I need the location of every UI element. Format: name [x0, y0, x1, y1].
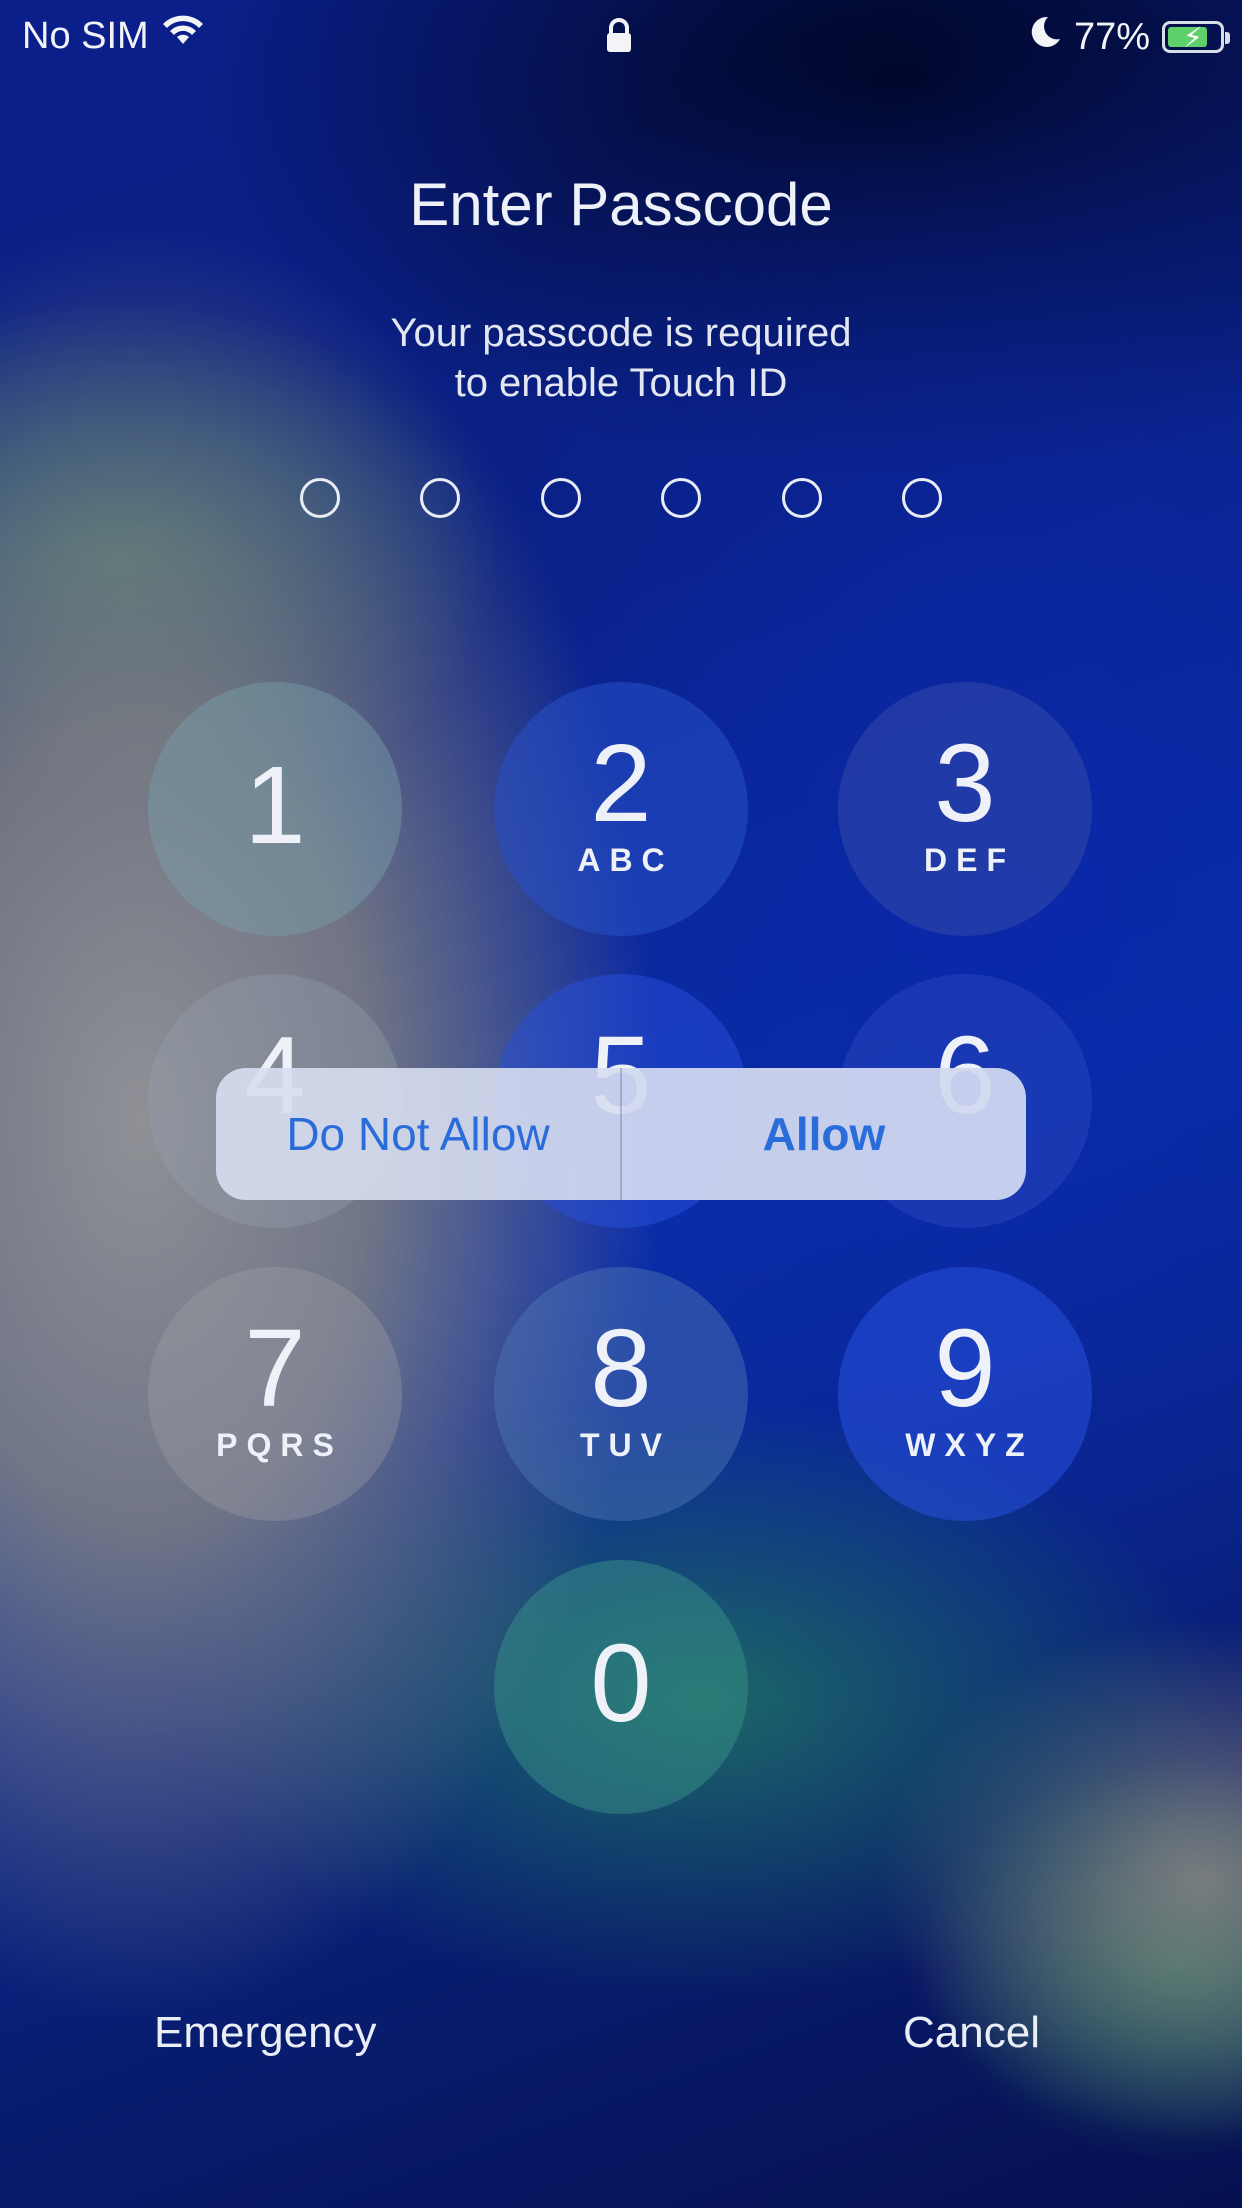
passcode-dot — [540, 478, 581, 518]
keypad-key-2[interactable]: 2 ABC — [494, 682, 748, 936]
key-letters: WXYZ — [905, 1427, 1034, 1463]
keypad-key-7[interactable]: 7 PQRS — [148, 1267, 402, 1521]
passcode-subtitle: Your passcode is required to enable Touc… — [0, 308, 1242, 408]
cancel-button[interactable]: Cancel — [903, 2008, 1040, 2058]
lock-icon — [604, 18, 634, 64]
status-bar-right: 77% ⚡ — [1028, 14, 1230, 60]
key-letters: ABC — [577, 842, 674, 878]
moon-icon — [1028, 14, 1062, 60]
wifi-icon — [161, 14, 205, 58]
key-digit: 8 — [590, 1307, 652, 1430]
subtitle-line-1: Your passcode is required — [390, 311, 852, 355]
key-digit: 2 — [590, 722, 652, 845]
passcode-dot — [781, 478, 822, 518]
passcode-dot — [661, 478, 702, 518]
key-digit: 7 — [244, 1307, 306, 1430]
passcode-dot — [300, 478, 340, 518]
keypad-key-1[interactable]: 1 — [148, 682, 402, 936]
status-bar: No SIM 77% ⚡ — [0, 0, 1242, 72]
keypad-key-0[interactable]: 0 — [494, 1560, 748, 1814]
permission-alert: Do Not Allow Allow — [216, 1068, 1026, 1200]
key-digit: 9 — [934, 1307, 996, 1430]
key-letters: DEF — [924, 842, 1015, 878]
page-title: Enter Passcode — [409, 171, 833, 238]
passcode-dot — [901, 478, 942, 518]
passcode-dots — [300, 478, 942, 518]
status-bar-left: No SIM — [22, 14, 205, 58]
battery-percent: 77% — [1073, 15, 1150, 58]
subtitle-line-2: to enable Touch ID — [454, 361, 788, 405]
key-digit: 0 — [590, 1622, 652, 1745]
key-digit: 1 — [244, 744, 306, 867]
keypad-key-3[interactable]: 3 DEF — [838, 682, 1092, 936]
charging-bolt-icon: ⚡ — [1183, 22, 1203, 53]
key-letters: PQRS — [216, 1427, 343, 1463]
emergency-button[interactable]: Emergency — [154, 2008, 377, 2058]
do-not-allow-button[interactable]: Do Not Allow — [216, 1068, 620, 1200]
battery-icon: ⚡ — [1162, 21, 1230, 53]
keypad-key-8[interactable]: 8 TUV — [494, 1267, 748, 1521]
passcode-dot — [420, 478, 461, 518]
carrier-label: No SIM — [22, 14, 149, 57]
key-digit: 3 — [934, 722, 996, 845]
allow-button[interactable]: Allow — [622, 1068, 1026, 1200]
key-letters: TUV — [580, 1427, 671, 1463]
keypad-key-9[interactable]: 9 WXYZ — [838, 1267, 1092, 1521]
